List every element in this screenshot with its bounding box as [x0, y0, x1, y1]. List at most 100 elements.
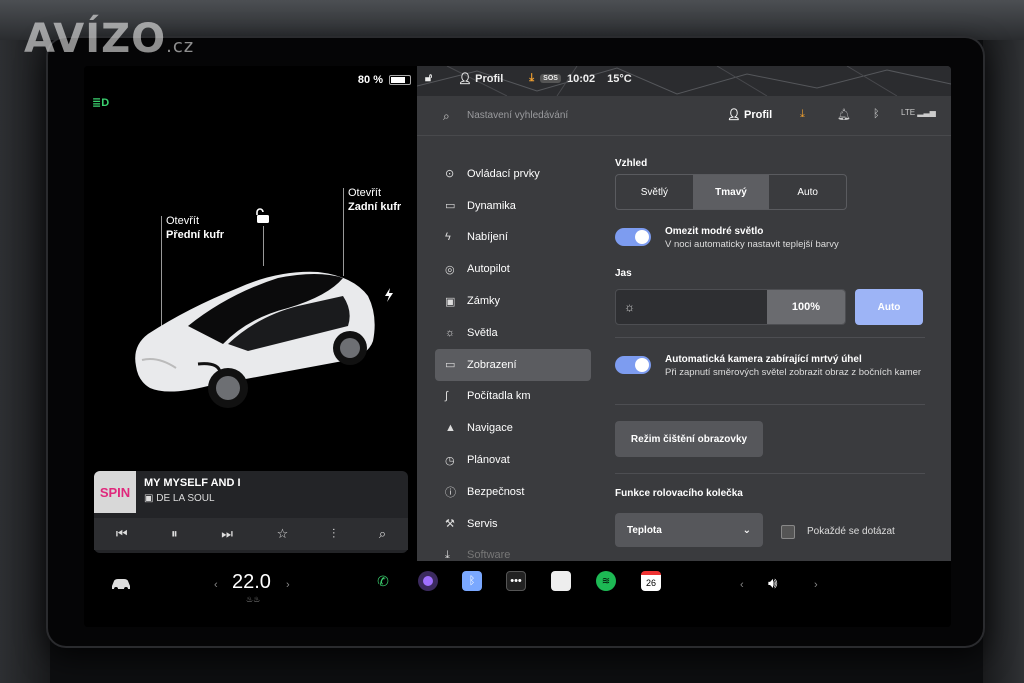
menu-item-dynamics[interactable]: ▭ Dynamika [435, 190, 591, 222]
calendar-day: 26 [645, 578, 656, 588]
pause-icon[interactable]: ⏸ [171, 526, 178, 542]
brightness-setting: ☼ 100% Auto [615, 289, 925, 325]
menu-item-schedule[interactable]: ◷ Plánovat [435, 444, 591, 476]
music-controls: ⏮ ⏸ ⏭ ☆ ⫶ ⌕ [94, 518, 408, 550]
menu-item-charging[interactable]: ϟ Nabíjení [435, 222, 591, 254]
next-track-icon[interactable]: ⏭ [221, 526, 233, 542]
menu-item-trips[interactable]: ∫ Počítadla km [435, 381, 591, 413]
settings-header: ⌕ Nastavení vyhledávání 👤︎ Profil ⤓ 🔔︎ ᛒ… [417, 96, 951, 136]
menu-label: Servis [467, 517, 498, 530]
rear-trunk-button[interactable]: Otevřít Zadní kufr [348, 186, 401, 214]
favorite-star-icon[interactable]: ☆ [277, 526, 289, 542]
equalizer-icon[interactable]: ⫶ [332, 526, 335, 542]
appearance-selector: Světlý Tmavý Auto [615, 174, 847, 210]
taskbar: ‹ 22.0 ♨♨ › ✆ ᛒ ••• ≋ 26 ‹ 🔊︎ › [84, 561, 951, 627]
front-trunk-label: Přední kufr [166, 229, 225, 241]
menu-item-autopilot[interactable]: ◎ Autopilot [435, 253, 591, 285]
menu-item-display[interactable]: ▭ Zobrazení [435, 348, 591, 381]
toggle-icon: ⊙ [445, 168, 455, 181]
trip-icon: ∫ [445, 390, 449, 403]
profile-button[interactable]: 👤︎ Profil [727, 108, 772, 121]
volume-icon[interactable]: 🔊︎ [768, 575, 777, 592]
scroll-wheel-setting: Teplota ⌄ Pokaždé se dotázat [615, 499, 925, 549]
appearance-light-option[interactable]: Světlý [616, 175, 693, 209]
menu-label: Světla [467, 326, 498, 339]
temp-down-icon[interactable]: ‹ [214, 579, 218, 591]
calendar-icon[interactable]: 26 [641, 571, 661, 591]
cabin-temperature[interactable]: 22.0 [232, 571, 271, 594]
phone-icon[interactable]: ✆ [373, 571, 393, 591]
settings-search-input[interactable]: Nastavení vyhledávání [467, 110, 568, 121]
sos-icon[interactable]: SOS [540, 74, 561, 83]
appearance-auto-option[interactable]: Auto [769, 175, 846, 209]
menu-item-service[interactable]: ⚒ Servis [435, 508, 591, 540]
search-icon[interactable]: ⌕ [443, 109, 450, 124]
steering-icon: ◎ [445, 263, 455, 276]
temp-up-icon[interactable]: › [286, 579, 290, 591]
bluetooth-app-icon[interactable]: ᛒ [462, 571, 482, 591]
menu-label: Počítadla km [467, 390, 531, 403]
car-icon: ▭ [445, 200, 456, 213]
download-icon[interactable]: ⤓ [800, 108, 805, 121]
ask-every-time-checkbox[interactable] [781, 525, 795, 539]
headlight-icon[interactable]: ≣D [92, 96, 109, 109]
scroll-wheel-title: Funkce rolovacího kolečka [615, 488, 743, 499]
charge-port-icon[interactable] [384, 288, 394, 307]
scroll-wheel-dropdown[interactable]: Teplota ⌄ [615, 513, 763, 547]
bluetooth-icon[interactable]: ᛒ [873, 108, 880, 120]
dashboard-left [0, 40, 50, 683]
appearance-dark-option[interactable]: Tmavý [692, 175, 770, 209]
menu-label: Ovládací prvky [467, 167, 540, 180]
menu-item-safety[interactable]: ⓘ Bezpečnost [435, 476, 591, 508]
watermark-logo: AVÍZO.cz [24, 16, 194, 62]
brightness-slider[interactable]: ☼ 100% [615, 289, 846, 325]
divider [615, 337, 925, 338]
display-icon: ▭ [445, 359, 456, 372]
front-trunk-button[interactable]: Otevřít Přední kufr [166, 214, 224, 242]
menu-item-locks[interactable]: ▣ Zámky [435, 285, 591, 317]
menu-item-lights[interactable]: ☼ Světla [435, 317, 591, 349]
profile-status[interactable]: 👤︎ Profil [458, 72, 503, 85]
music-player: SPIN MY MYSELF AND I ▣ DE LA SOUL ⏮ ⏸ ⏭ … [94, 471, 408, 553]
spotify-icon[interactable]: ≋ [596, 571, 616, 591]
lte-label: LTE [901, 108, 916, 117]
menu-label: Zámky [467, 295, 500, 308]
status-bar: 🔓︎ 👤︎ Profil ⤓ SOS 10:02 15°C [425, 72, 632, 85]
divider [615, 404, 925, 405]
info-icon: ⓘ [445, 486, 456, 499]
music-search-icon[interactable]: ⌕ [379, 526, 386, 542]
appearance-title: Vzhled [615, 158, 648, 169]
seat-heat-icon[interactable]: ♨♨ [246, 595, 260, 604]
bell-icon[interactable]: 🔔︎ [837, 108, 851, 121]
clean-mode-button[interactable]: Režim čištění obrazovky [615, 421, 763, 457]
blindspot-toggle[interactable] [615, 356, 651, 374]
previous-track-icon[interactable]: ⏮ [116, 526, 128, 542]
notes-icon[interactable] [551, 571, 571, 591]
brightness-auto-button[interactable]: Auto [855, 289, 923, 325]
chevron-down-icon: ⌄ [742, 524, 751, 536]
clock-icon: ◷ [445, 454, 455, 467]
download-status-icon[interactable]: ⤓ [529, 72, 534, 85]
blindspot-title: Automatická kamera zabírající mrtvý úhel [665, 354, 862, 365]
settings-panel: 🔓︎ 👤︎ Profil ⤓ SOS 10:02 15°C ⌕ Nastaven… [417, 66, 951, 561]
light-icon: ☼ [445, 326, 456, 339]
car-icon[interactable] [110, 577, 132, 594]
album-art[interactable]: SPIN [94, 471, 136, 513]
watermark-brand: AVÍZO [24, 16, 167, 62]
volume-down-icon[interactable]: ‹ [740, 579, 744, 591]
lock-status-icon[interactable]: 🔓︎ [425, 72, 432, 85]
wrench-icon: ⚒ [445, 518, 455, 531]
scroll-wheel-value: Teplota [627, 524, 662, 536]
clock: 10:02 [566, 72, 596, 85]
sun-icon: ☼ [624, 300, 635, 314]
more-apps-icon[interactable]: ••• [506, 571, 526, 591]
profile-status-label: Profil [475, 73, 504, 85]
car-image [135, 271, 375, 408]
volume-up-icon[interactable]: › [814, 579, 818, 591]
menu-item-navigation[interactable]: ▲ Navigace [435, 412, 591, 444]
blue-light-toggle[interactable] [615, 228, 651, 246]
menu-label: Nabíjení [467, 231, 508, 244]
menu-item-controls[interactable]: ⊙ Ovládací prvky [435, 158, 591, 190]
menu-label: Autopilot [467, 263, 510, 276]
camera-icon[interactable] [418, 571, 438, 591]
